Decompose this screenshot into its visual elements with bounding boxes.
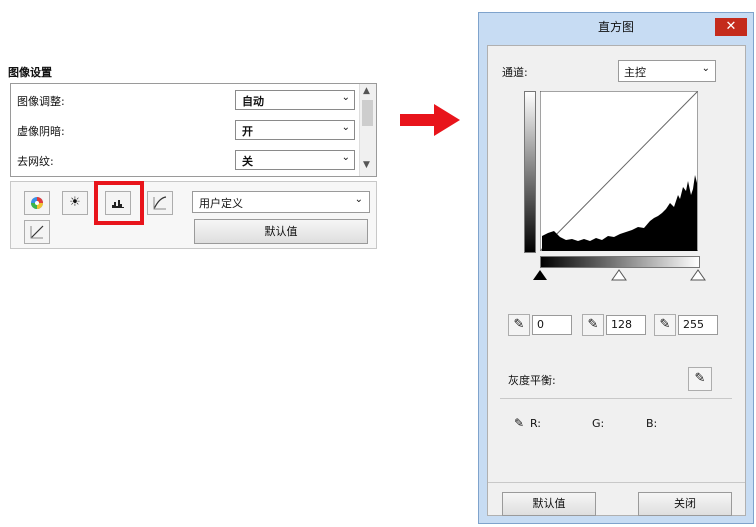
channel-label: 通道: [502,66,528,79]
chevron-down-icon: ⌄ [341,92,350,103]
chevron-down-icon: ⌄ [701,63,710,74]
unsharp-select[interactable]: 开 ⌄ [235,120,355,140]
histogram-button-highlight [94,181,144,225]
black-point-input[interactable]: 0 [532,315,572,335]
gray-balance-eyedropper-button[interactable]: ✎ [688,367,712,391]
eyedropper-icon: ✎ [587,317,599,332]
white-point-input[interactable]: 255 [678,315,718,335]
input-gradient-bar [540,256,700,268]
eyedropper-icon: ✎ [513,317,525,332]
gray-eyedropper-button[interactable]: ✎ [582,314,604,336]
mid-point-input[interactable]: 128 [606,315,646,335]
white-point-slider[interactable] [690,269,706,281]
channel-select[interactable]: 主控 ⌄ [618,60,716,82]
setting-label: 图像调整: [17,95,65,108]
scroll-up-icon[interactable]: ▲ [363,86,370,96]
tone-curve-button[interactable] [147,191,173,215]
image-settings-title: 图像设置 [8,66,52,79]
divider [488,482,745,483]
arrow-right-icon [400,104,460,136]
scroll-down-icon[interactable]: ▼ [363,160,370,170]
final-review-button[interactable] [24,220,50,244]
divider [500,398,732,399]
eyedropper-icon: ✎ [514,416,525,430]
window-close-button[interactable]: ✕ [715,18,747,36]
histogram-close-button[interactable]: 关闭 [638,492,732,516]
image-adjust-select[interactable]: 自动 ⌄ [235,90,355,110]
eyedropper-icon: ✎ [659,317,671,332]
color-balance-button[interactable] [24,191,50,215]
level-sliders [533,269,706,281]
eyedropper-icon: ✎ [694,371,706,386]
window-title: 直方图 [597,20,634,34]
setting-row-unsharp: 虚像阴暗: 开 ⌄ [11,118,357,140]
tone-curve-icon [153,196,167,210]
scroll-thumb[interactable] [362,100,373,126]
histogram-default-button[interactable]: 默认值 [502,492,596,516]
b-value-label: B: [646,417,658,430]
settings-scrollbar[interactable]: ▲ ▼ [359,84,376,176]
setting-label: 去网纹: [17,155,54,168]
descreen-select[interactable]: 关 ⌄ [235,150,355,170]
image-settings-list: 图像调整: 自动 ⌄ 虚像阴暗: 开 ⌄ 去网纹: 关 ⌄ ▲ ▼ [10,83,377,177]
histogram-window: 直方图 ✕ 通道: 主控 ⌄ ✎ 0 ✎ 128 ✎ 255 灰度平衡: ✎ ✎… [478,12,754,524]
final-review-icon [30,225,44,239]
histogram-graph[interactable] [540,91,698,251]
output-gradient-bar [524,91,536,253]
gray-balance-label: 灰度平衡: [508,374,556,387]
chevron-down-icon: ⌄ [341,122,350,133]
black-point-slider[interactable] [533,270,547,280]
left-default-button[interactable]: 默认值 [194,219,368,244]
white-eyedropper-button[interactable]: ✎ [654,314,676,336]
chevron-down-icon: ⌄ [341,152,350,163]
setting-row-descreen: 去网纹: 关 ⌄ [11,148,357,170]
chevron-down-icon: ⌄ [354,194,363,205]
black-eyedropper-button[interactable]: ✎ [508,314,530,336]
setting-label: 虚像阴暗: [17,125,65,138]
r-value-label: R: [530,417,542,430]
histogram-window-body: 通道: 主控 ⌄ ✎ 0 ✎ 128 ✎ 255 灰度平衡: ✎ ✎ R: G:… [487,45,746,516]
setting-row-image-adjust: 图像调整: 自动 ⌄ [11,88,357,110]
g-value-label: G: [592,417,605,430]
brightness-icon: ☀ [69,195,81,210]
preset-select[interactable]: 用户定义 ⌄ [192,191,370,213]
mid-point-slider[interactable] [611,269,627,281]
color-wheel-icon [31,197,43,209]
brightness-contrast-button[interactable]: ☀ [62,191,88,215]
